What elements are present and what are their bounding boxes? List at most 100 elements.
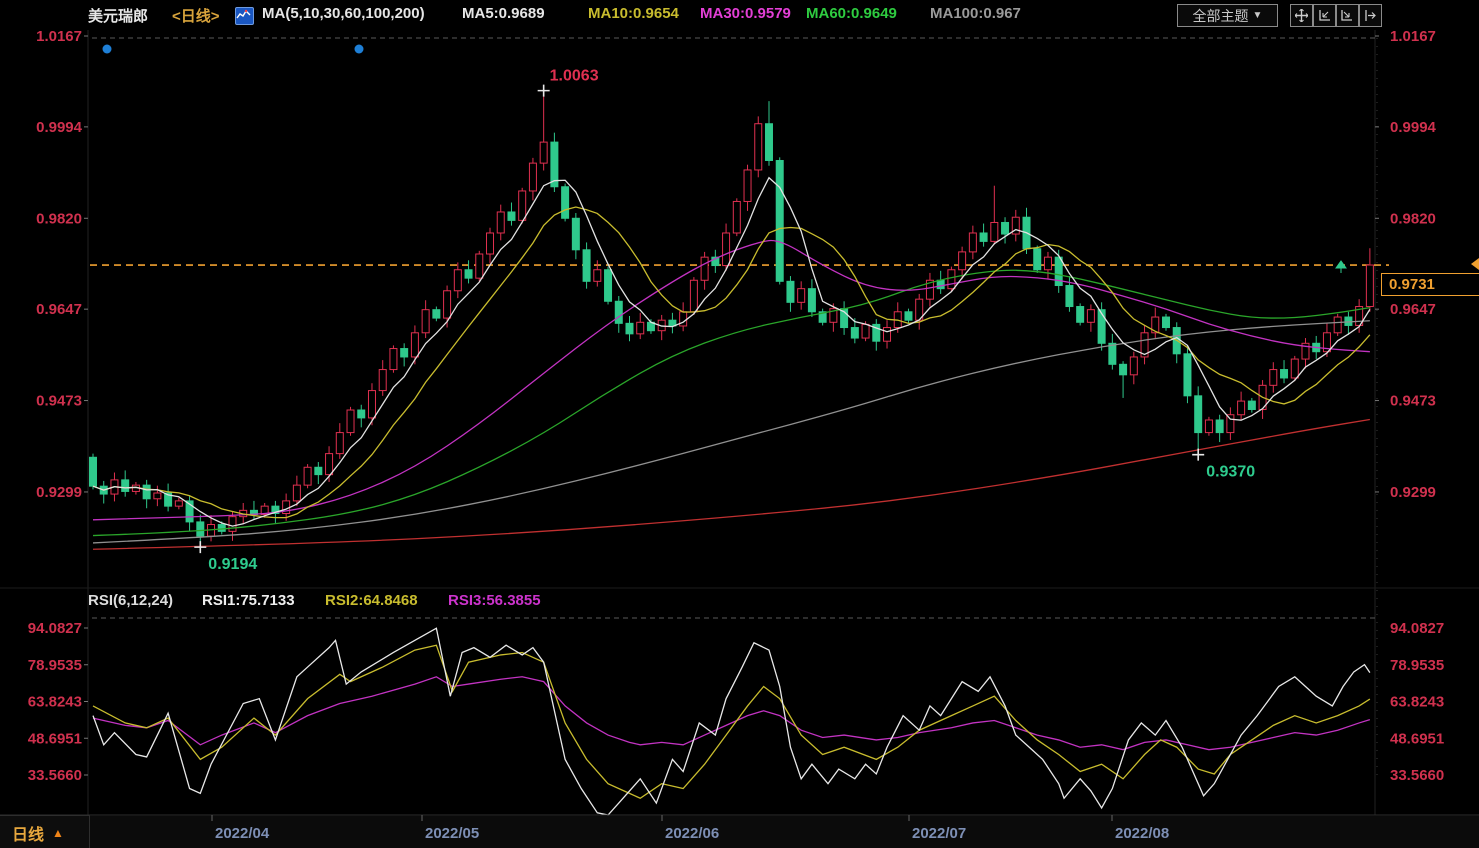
rsi-axis-label-right: 33.5660 <box>1390 767 1444 784</box>
candle <box>1238 401 1245 415</box>
candle <box>594 270 601 282</box>
x-axis-label[interactable]: 2022/08 <box>1115 825 1169 842</box>
candle <box>1077 307 1084 323</box>
candle <box>776 160 783 281</box>
candle <box>808 289 815 312</box>
price-axis-label-left: 1.0167 <box>36 28 82 45</box>
rsi-axis-label-right: 78.9535 <box>1390 657 1444 674</box>
latest-price-flag-icon <box>1336 261 1346 273</box>
candle <box>336 433 343 454</box>
ma-line-MA10 <box>93 207 1370 518</box>
candle <box>615 301 622 323</box>
ma-line-MA60 <box>93 270 1370 535</box>
candle <box>540 142 547 163</box>
candle <box>433 310 440 318</box>
compress-scale-button[interactable] <box>1313 4 1336 27</box>
shift-right-button[interactable] <box>1359 4 1382 27</box>
candle <box>755 124 762 170</box>
candle <box>1205 420 1212 433</box>
price-axis-label-right: 0.9473 <box>1390 393 1436 410</box>
candle <box>1227 415 1234 433</box>
candle <box>368 391 375 418</box>
symbol-title: 美元瑞郎 <box>88 5 148 26</box>
candle <box>229 517 236 532</box>
candle <box>562 187 569 219</box>
candle <box>411 333 418 357</box>
candle <box>905 312 912 320</box>
candle <box>959 252 966 270</box>
candle <box>1195 396 1202 433</box>
x-axis-label[interactable]: 2022/05 <box>425 825 479 842</box>
candle <box>444 291 451 318</box>
candle <box>487 233 494 254</box>
current-price-box[interactable]: 0.9731 <box>1381 273 1479 296</box>
candle <box>1087 310 1094 323</box>
chevron-down-icon: ▼ <box>1253 10 1263 21</box>
candle <box>572 218 579 250</box>
event-dot <box>355 45 364 54</box>
rsi1-value: RSI1:75.7133 <box>202 592 295 609</box>
candle <box>723 233 730 266</box>
candle <box>1366 265 1373 306</box>
price-axis-label-left: 0.9299 <box>36 484 82 501</box>
ma-line-MA30 <box>93 240 1370 519</box>
x-axis-label[interactable]: 2022/04 <box>215 825 270 842</box>
axis-arrow-right-icon <box>1341 9 1354 22</box>
candle <box>980 233 987 241</box>
candle <box>1163 317 1170 328</box>
candle <box>744 170 751 202</box>
candle <box>390 349 397 370</box>
candle <box>733 201 740 233</box>
triangle-up-icon: ▲ <box>52 826 64 840</box>
candle <box>637 322 644 334</box>
candle <box>1002 222 1009 234</box>
rsi2-value: RSI2:64.8468 <box>325 592 418 609</box>
candle <box>1098 310 1105 344</box>
rsi3-value: RSI3:56.3855 <box>448 592 541 609</box>
candle <box>401 349 408 357</box>
candle <box>1270 370 1277 386</box>
x-axis-label[interactable]: 2022/07 <box>912 825 966 842</box>
rsi-axis-label-left: 78.9535 <box>28 657 82 674</box>
candle <box>862 324 869 338</box>
rsi-line-RSI2 <box>93 645 1370 798</box>
candle <box>422 310 429 333</box>
rsi-params-label: RSI(6,12,24) <box>88 592 173 609</box>
x-axis-label[interactable]: 2022/06 <box>665 825 719 842</box>
price-annotation: 1.0063 <box>550 68 599 85</box>
candle <box>347 410 354 433</box>
extreme-cross-marker <box>194 541 206 553</box>
theme-dropdown[interactable]: 全部主题 ▼ <box>1177 4 1278 27</box>
price-axis-label-right: 0.9647 <box>1390 301 1436 318</box>
candle <box>519 191 526 220</box>
candle <box>1184 354 1191 396</box>
price-axis-label-right: 1.0167 <box>1390 28 1436 45</box>
candlestick-series <box>90 91 1374 547</box>
candle <box>626 323 633 334</box>
candle <box>358 410 365 418</box>
candle <box>304 467 311 485</box>
candle <box>1216 420 1223 433</box>
ma60-value: MA60:0.9649 <box>806 5 897 22</box>
candle <box>1291 359 1298 378</box>
price-axis-label-left: 0.9820 <box>36 210 82 227</box>
candle <box>948 270 955 289</box>
candle <box>379 370 386 391</box>
price-axis-label-left: 0.9473 <box>36 393 82 410</box>
candle <box>154 493 161 499</box>
expand-scale-button[interactable] <box>1336 4 1359 27</box>
candle <box>143 485 150 499</box>
rsi-axis-label-right: 48.6951 <box>1390 730 1444 747</box>
crosshair-pan-button[interactable] <box>1290 4 1313 27</box>
candle <box>218 525 225 532</box>
candle <box>701 257 708 280</box>
price-axis-label-right: 0.9299 <box>1390 484 1436 501</box>
axis-arrow-left-icon <box>1318 9 1331 22</box>
line-chart-icon[interactable] <box>235 7 254 25</box>
rsi-line-RSI1 <box>93 628 1370 815</box>
candle <box>1281 370 1288 378</box>
period-selector[interactable]: 日线 ▲ <box>0 815 90 848</box>
candle <box>851 328 858 339</box>
candle <box>497 212 504 233</box>
chart-canvas[interactable]: 1.01671.01670.99940.99940.98200.98200.96… <box>0 0 1479 848</box>
